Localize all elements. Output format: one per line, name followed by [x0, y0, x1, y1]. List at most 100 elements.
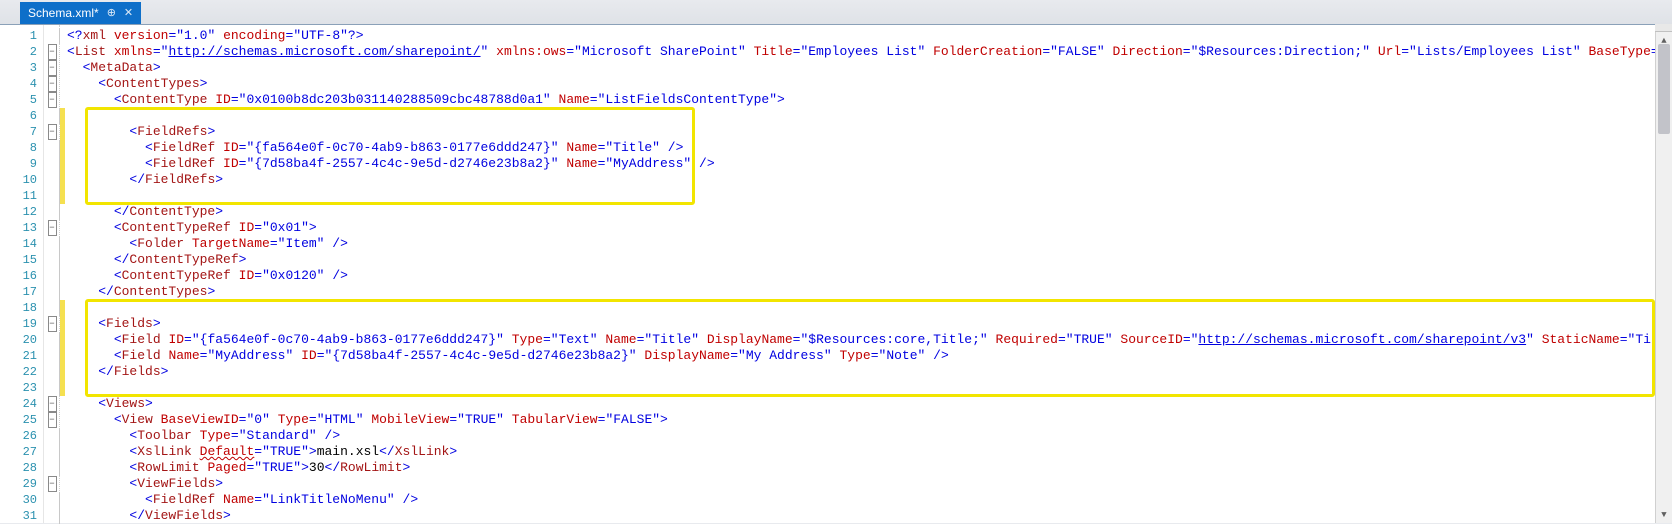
fold-cell: [44, 460, 59, 476]
code-line[interactable]: <FieldRef Name="LinkTitleNoMenu" />: [65, 492, 1672, 508]
fold-cell[interactable]: −: [44, 44, 59, 60]
fold-cell: [44, 236, 59, 252]
fold-collapse-icon[interactable]: −: [48, 476, 57, 492]
code-line[interactable]: </ContentType>: [65, 204, 1672, 220]
line-number: 17: [0, 284, 43, 300]
code-editor[interactable]: 1234567891011121314151617181920212223242…: [0, 24, 1672, 523]
fold-collapse-icon[interactable]: −: [48, 124, 57, 140]
fold-collapse-icon[interactable]: −: [48, 92, 57, 108]
line-number: 5: [0, 92, 43, 108]
pin-icon[interactable]: ⊕: [107, 8, 116, 19]
code-line[interactable]: [65, 300, 1672, 316]
fold-collapse-icon[interactable]: −: [48, 316, 57, 332]
line-number: 8: [0, 140, 43, 156]
line-number: 11: [0, 188, 43, 204]
line-number: 10: [0, 172, 43, 188]
fold-cell[interactable]: −: [44, 76, 59, 92]
code-line[interactable]: <ContentTypeRef ID="0x01">: [65, 220, 1672, 236]
line-number: 26: [0, 428, 43, 444]
fold-cell: [44, 444, 59, 460]
line-number: 21: [0, 348, 43, 364]
fold-cell[interactable]: −: [44, 124, 59, 140]
line-number: 23: [0, 380, 43, 396]
fold-cell[interactable]: −: [44, 412, 59, 428]
scroll-down-button[interactable]: ▼: [1656, 506, 1672, 523]
fold-cell: [44, 364, 59, 380]
splitter-handle[interactable]: [1655, 24, 1672, 32]
code-line[interactable]: <View BaseViewID="0" Type="HTML" MobileV…: [65, 412, 1672, 428]
code-line[interactable]: <Toolbar Type="Standard" />: [65, 428, 1672, 444]
fold-collapse-icon[interactable]: −: [48, 76, 57, 92]
fold-cell[interactable]: −: [44, 396, 59, 412]
line-number: 12: [0, 204, 43, 220]
code-line[interactable]: <Field Name="MyAddress" ID="{7d58ba4f-25…: [65, 348, 1672, 364]
line-number: 13: [0, 220, 43, 236]
code-line[interactable]: </ContentTypeRef>: [65, 252, 1672, 268]
code-line[interactable]: <ContentTypes>: [65, 76, 1672, 92]
fold-cell: [44, 380, 59, 396]
editor-window: Schema.xml* ⊕ ✕ 123456789101112131415161…: [0, 0, 1672, 523]
code-line[interactable]: <RowLimit Paged="TRUE">30</RowLimit>: [65, 460, 1672, 476]
code-line[interactable]: [65, 380, 1672, 396]
code-line[interactable]: <FieldRefs>: [65, 124, 1672, 140]
fold-cell: [44, 108, 59, 124]
fold-cell: [44, 172, 59, 188]
line-number: 19: [0, 316, 43, 332]
fold-cell: [44, 492, 59, 508]
line-number: 30: [0, 492, 43, 508]
fold-collapse-icon[interactable]: −: [48, 412, 57, 428]
code-area[interactable]: <?xml version="1.0" encoding="UTF-8"?><L…: [65, 25, 1672, 523]
fold-cell: [44, 204, 59, 220]
fold-cell[interactable]: −: [44, 476, 59, 492]
fold-cell: [44, 156, 59, 172]
line-number: 4: [0, 76, 43, 92]
fold-cell[interactable]: −: [44, 220, 59, 236]
fold-collapse-icon[interactable]: −: [48, 44, 57, 60]
fold-cell: [44, 508, 59, 524]
code-line[interactable]: </ContentTypes>: [65, 284, 1672, 300]
code-line[interactable]: [65, 108, 1672, 124]
line-number: 31: [0, 508, 43, 524]
fold-cell[interactable]: −: [44, 60, 59, 76]
fold-cell: [44, 300, 59, 316]
fold-collapse-icon[interactable]: −: [48, 220, 57, 236]
tab-label: Schema.xml*: [28, 6, 99, 20]
fold-collapse-icon[interactable]: −: [48, 396, 57, 412]
line-number: 25: [0, 412, 43, 428]
line-number: 6: [0, 108, 43, 124]
code-line[interactable]: <ViewFields>: [65, 476, 1672, 492]
file-tab[interactable]: Schema.xml* ⊕ ✕: [20, 2, 141, 24]
code-line[interactable]: <ContentTypeRef ID="0x0120" />: [65, 268, 1672, 284]
code-line[interactable]: <List xmlns="http://schemas.microsoft.co…: [65, 44, 1672, 60]
fold-cell[interactable]: −: [44, 316, 59, 332]
code-line[interactable]: </FieldRefs>: [65, 172, 1672, 188]
code-line[interactable]: <FieldRef ID="{7d58ba4f-2557-4c4c-9e5d-d…: [65, 156, 1672, 172]
line-number: 2: [0, 44, 43, 60]
close-icon[interactable]: ✕: [124, 8, 133, 19]
fold-cell: [44, 140, 59, 156]
code-line[interactable]: </ViewFields>: [65, 508, 1672, 523]
code-line[interactable]: <XslLink Default="TRUE">main.xsl</XslLin…: [65, 444, 1672, 460]
fold-collapse-icon[interactable]: −: [48, 60, 57, 76]
line-number: 15: [0, 252, 43, 268]
line-number-gutter: 1234567891011121314151617181920212223242…: [0, 25, 44, 523]
vertical-scrollbar[interactable]: ▲ ▼: [1655, 24, 1672, 523]
fold-cell: [44, 348, 59, 364]
code-line[interactable]: <ContentType ID="0x0100b8dc203b031140288…: [65, 92, 1672, 108]
code-line[interactable]: <Folder TargetName="Item" />: [65, 236, 1672, 252]
code-line[interactable]: <?xml version="1.0" encoding="UTF-8"?>: [65, 28, 1672, 44]
fold-cell: [44, 188, 59, 204]
code-line[interactable]: <Field ID="{fa564e0f-0c70-4ab9-b863-0177…: [65, 332, 1672, 348]
code-line[interactable]: <Views>: [65, 396, 1672, 412]
fold-column[interactable]: −−−−−−−−−−: [44, 25, 60, 523]
code-line[interactable]: </Fields>: [65, 364, 1672, 380]
line-number: 14: [0, 236, 43, 252]
scroll-thumb[interactable]: [1658, 44, 1670, 134]
line-number: 1: [0, 28, 43, 44]
code-line[interactable]: <FieldRef ID="{fa564e0f-0c70-4ab9-b863-0…: [65, 140, 1672, 156]
code-line[interactable]: <Fields>: [65, 316, 1672, 332]
fold-cell: [44, 428, 59, 444]
code-line[interactable]: <MetaData>: [65, 60, 1672, 76]
code-line[interactable]: [65, 188, 1672, 204]
fold-cell[interactable]: −: [44, 92, 59, 108]
